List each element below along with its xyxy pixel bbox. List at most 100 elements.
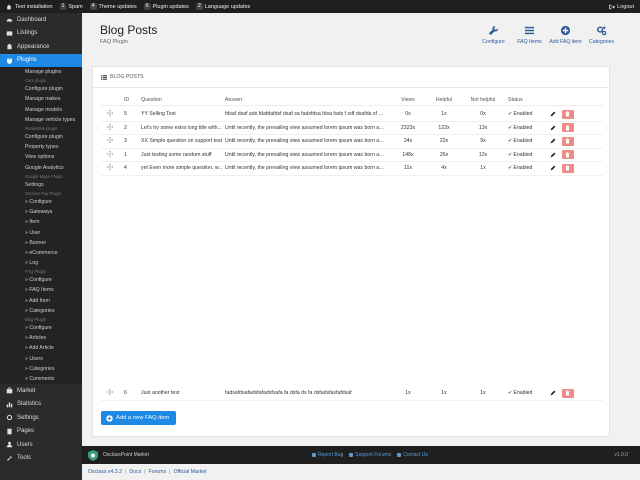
submenu-item[interactable]: » Item <box>0 217 82 227</box>
cell-question[interactable]: yet Even more simple question, w... <box>141 165 225 171</box>
submenu-item[interactable]: » Categories <box>0 306 82 316</box>
drag-handle[interactable] <box>101 109 124 118</box>
submenu-item[interactable]: Manage makes <box>0 94 82 104</box>
categories-button[interactable]: Categories <box>585 25 618 45</box>
sidebar-item-users[interactable]: Users <box>0 438 82 452</box>
submenu-item[interactable]: » Users <box>0 354 82 364</box>
tools-icon <box>7 455 12 461</box>
table-row[interactable]: 6 Just another test fadsafdsafadsfafadsfsa… <box>101 387 603 401</box>
cell-question[interactable]: YY Selling Test <box>141 111 225 117</box>
delete-button[interactable] <box>560 150 575 160</box>
cell-question[interactable]: Let's try some extra long title with... <box>141 125 225 131</box>
submenu-item[interactable]: View options <box>0 152 82 162</box>
delete-button[interactable] <box>560 163 575 173</box>
support-forums-link[interactable]: Support Forums <box>349 452 391 458</box>
submenu-item[interactable]: » Configure <box>0 323 82 333</box>
settings-icon <box>6 415 13 421</box>
home-icon <box>6 4 12 9</box>
cell-question[interactable]: Just testing some random stuff <box>141 152 225 158</box>
edit-button[interactable] <box>546 137 560 146</box>
edit-button[interactable] <box>546 110 560 119</box>
submenu-item[interactable]: » Log <box>0 258 82 268</box>
crumb-separator: | <box>144 469 146 475</box>
contact-us-link[interactable]: Contact Us <box>397 452 428 458</box>
submenu-item[interactable]: » Banner <box>0 238 82 248</box>
footer-brand[interactable]: OsclassPoint Market <box>82 449 312 461</box>
submenu-item[interactable]: » eCommerce <box>0 248 82 258</box>
sidebar-label: Plugins <box>17 57 37 64</box>
submenu-item[interactable]: » Categories <box>0 364 82 374</box>
sidebar-item-appearance[interactable]: Appearance <box>0 40 82 54</box>
submenu-item[interactable]: Manage vehicle types <box>0 115 82 125</box>
crumb-docs[interactable]: Docs <box>129 469 141 475</box>
table-row[interactable]: 5 YY Selling Test fdsaf dsaf ads fdafdafds… <box>101 108 603 122</box>
report-bug-label: Report Bug <box>318 452 344 458</box>
submenu-item[interactable]: Manage models <box>0 105 82 115</box>
header-id: ID <box>124 97 130 103</box>
delete-button[interactable] <box>560 136 575 146</box>
cell-id: 5 <box>124 111 127 118</box>
sidebar-item-listings[interactable]: Listings <box>0 27 82 41</box>
report-bug-link[interactable]: Report Bug <box>312 452 343 458</box>
submenu-item[interactable]: » FAQ Items <box>0 285 82 295</box>
crumb-market[interactable]: Official Market <box>174 469 207 475</box>
delete-button[interactable] <box>560 388 575 398</box>
add-faq-item-bottom-button[interactable]: Add a new FAQ item <box>101 411 176 425</box>
sidebar-item-plugins[interactable]: Plugins <box>0 53 82 67</box>
drag-handle[interactable] <box>101 388 124 397</box>
delete-button[interactable] <box>560 109 575 119</box>
configure-button[interactable]: Configure <box>477 25 510 45</box>
table-row[interactable]: 3 XX Simple question on support test Until… <box>101 135 603 149</box>
submenu-item[interactable]: » Configure <box>0 275 82 285</box>
add-faq-item-button[interactable]: Add FAQ item <box>549 25 582 45</box>
sidebar-item-dashboard[interactable]: Dashboard <box>0 13 82 27</box>
drag-handle[interactable] <box>101 136 124 145</box>
sidebar-item-settings[interactable]: Settings <box>0 411 82 425</box>
drag-handle[interactable] <box>101 150 124 159</box>
sidebar-item-market[interactable]: Market <box>0 384 82 398</box>
edit-button[interactable] <box>546 389 560 398</box>
submenu-item[interactable]: Property types <box>0 142 82 152</box>
pencil-icon <box>550 390 556 396</box>
spam-link[interactable]: 1 Spam <box>59 3 83 10</box>
drag-handle[interactable] <box>101 123 124 132</box>
submenu-item[interactable]: » Gateways <box>0 207 82 217</box>
submenu-item[interactable]: Configure plugin <box>0 132 82 142</box>
table-row[interactable]: 4 yet Even more simple question, w... Unti… <box>101 162 603 176</box>
delete-button[interactable] <box>560 123 575 133</box>
submenu-item[interactable]: Configure plugin <box>0 84 82 94</box>
sidebar-label: Statistics <box>17 401 42 408</box>
envelope-icon <box>397 453 402 457</box>
move-icon <box>106 123 114 131</box>
cell-views: 1x <box>405 390 411 397</box>
crumb-forums[interactable]: Forums <box>149 469 167 475</box>
sidebar-item-pages[interactable]: Pages <box>0 425 82 439</box>
submenu-item[interactable]: Manage plugins <box>0 67 82 77</box>
submenu-item[interactable]: » Add Item <box>0 296 82 306</box>
submenu-item[interactable]: Settings <box>0 180 82 190</box>
sidebar-item-tools[interactable]: Tools <box>0 452 82 466</box>
submenu-item[interactable]: » User <box>0 227 82 237</box>
cell-question[interactable]: Just another test <box>141 390 225 396</box>
table-row[interactable]: 2 Let's try some extra long title with...… <box>101 122 603 135</box>
drag-handle[interactable] <box>101 163 124 172</box>
submenu-item[interactable]: Google Analytics <box>0 163 82 173</box>
plugin-updates-link[interactable]: 6 Plugin updates <box>143 3 189 10</box>
edit-button[interactable] <box>546 164 560 173</box>
submenu-item[interactable]: » Articles <box>0 333 82 343</box>
site-link[interactable]: Test installation <box>6 4 53 10</box>
logout-link[interactable]: Logout <box>609 0 634 13</box>
submenu-item[interactable]: » Comments <box>0 374 82 384</box>
faq-items-button[interactable]: FAQ Items <box>513 25 546 45</box>
edit-button[interactable] <box>546 123 560 132</box>
trash-icon <box>565 138 570 144</box>
table-row[interactable]: 1 Just testing some random stuff Until rec… <box>101 149 603 162</box>
language-updates-link[interactable]: 2 Language updates <box>195 3 250 10</box>
cell-question[interactable]: XX Simple question on support test <box>141 138 225 144</box>
submenu-item[interactable]: » Add Article <box>0 343 82 353</box>
edit-button[interactable] <box>546 150 560 159</box>
crumb-osclass[interactable]: Osclass v4.3.2 <box>88 469 122 475</box>
submenu-item[interactable]: » Configure <box>0 197 82 207</box>
theme-updates-link[interactable]: 4 Theme updates <box>89 3 137 10</box>
sidebar-item-statistics[interactable]: Statistics <box>0 398 82 412</box>
